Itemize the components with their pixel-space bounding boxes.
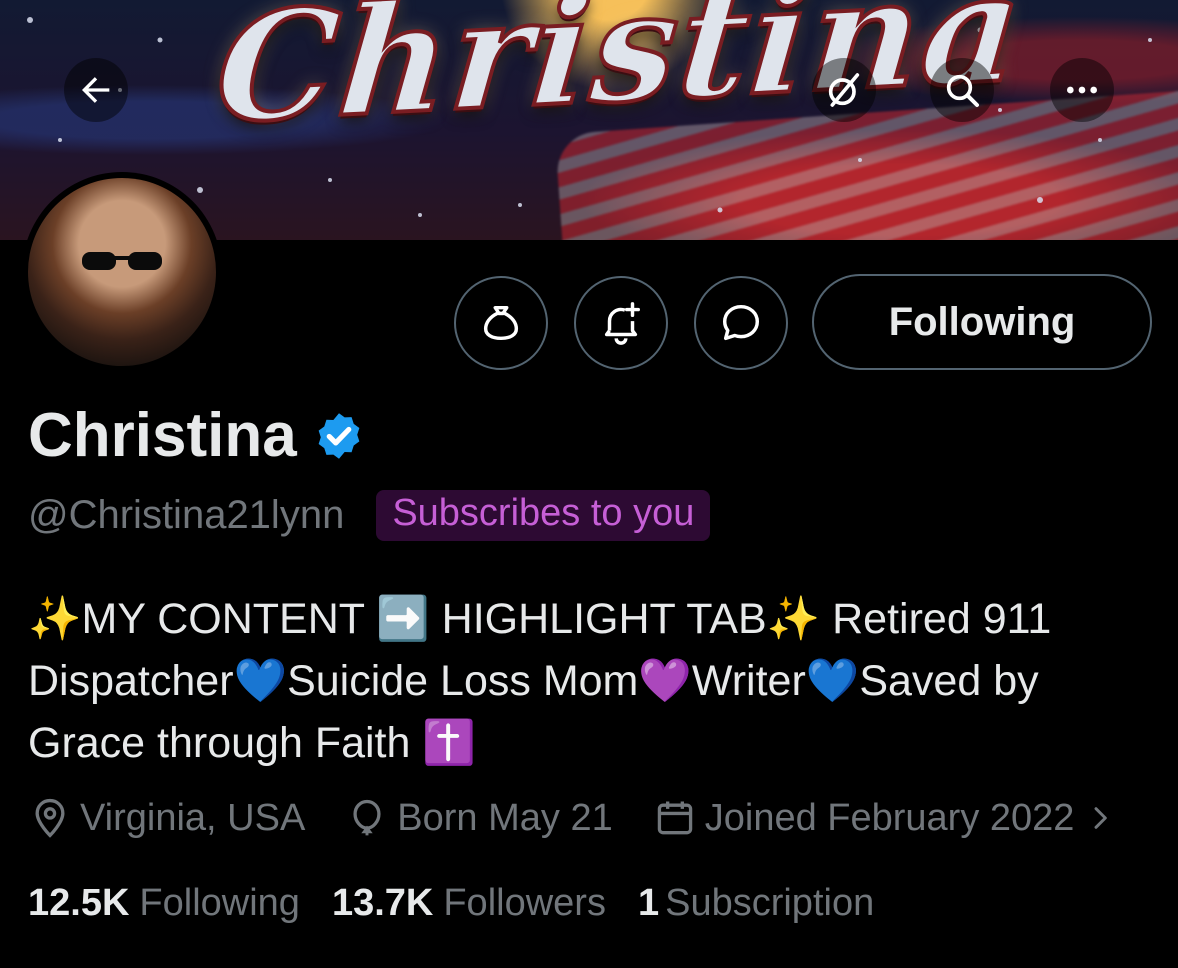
profile-bio: ✨MY CONTENT ➡️ HIGHLIGHT TAB✨ Retired 91… <box>28 595 1052 767</box>
following-count: 12.5K <box>28 882 130 924</box>
message-bubble-icon <box>722 304 760 341</box>
profile-stats: 12.5K Following 13.7K Followers 1 Subscript… <box>28 882 906 925</box>
joined-text: Joined February 2022 <box>704 796 1075 839</box>
joined-item[interactable]: Joined February 2022 <box>653 796 1075 840</box>
grok-button[interactable] <box>812 58 876 122</box>
location-pin-icon <box>35 798 65 838</box>
profile-meta: Virginia, USA Born May 21 Joined Februar… <box>28 796 1116 840</box>
handle-row: @Christina21lynn Subscribes to you <box>28 490 711 541</box>
subscription-count: 1 <box>637 882 660 924</box>
subscription-label: Subscription <box>665 882 875 924</box>
more-button[interactable] <box>1050 58 1114 122</box>
calendar-icon <box>657 801 692 835</box>
birthday-item: Born May 21 <box>345 796 613 840</box>
birthday-text: Born May 21 <box>397 796 613 839</box>
following-button[interactable]: Following <box>812 274 1152 370</box>
grok-icon <box>828 73 860 107</box>
sunglasses-shape <box>82 252 162 270</box>
balloon-icon <box>353 799 381 836</box>
chevron-right-icon[interactable] <box>1084 802 1116 834</box>
location-text: Virginia, USA <box>80 796 306 839</box>
display-name: Christina <box>28 401 297 470</box>
message-button[interactable] <box>694 276 788 370</box>
arrow-left-icon <box>82 77 110 103</box>
subscription-stat[interactable]: 1 Subscription <box>638 882 874 925</box>
bell-plus-icon <box>604 302 640 345</box>
search-button[interactable] <box>930 58 994 122</box>
tip-button[interactable] <box>454 276 548 370</box>
subscribes-to-you-badge: Subscribes to you <box>376 490 711 541</box>
followers-stat[interactable]: 13.7K Followers <box>332 882 606 925</box>
following-label: Following <box>139 882 300 924</box>
more-horizontal-icon <box>1067 86 1097 94</box>
followers-label: Followers <box>443 882 606 924</box>
following-stat[interactable]: 12.5K Following <box>28 882 300 925</box>
notifications-button[interactable] <box>574 276 668 370</box>
avatar-photo <box>28 178 216 366</box>
followers-count: 13.7K <box>331 882 434 924</box>
profile-name-row: Christina <box>28 400 365 471</box>
verified-badge-icon[interactable] <box>313 410 365 462</box>
money-bag-icon <box>483 305 519 341</box>
back-button[interactable] <box>64 58 128 122</box>
username-handle: @Christina21lynn <box>28 493 345 537</box>
avatar[interactable] <box>22 172 222 372</box>
location-item: Virginia, USA <box>28 796 305 840</box>
search-icon <box>946 74 979 107</box>
